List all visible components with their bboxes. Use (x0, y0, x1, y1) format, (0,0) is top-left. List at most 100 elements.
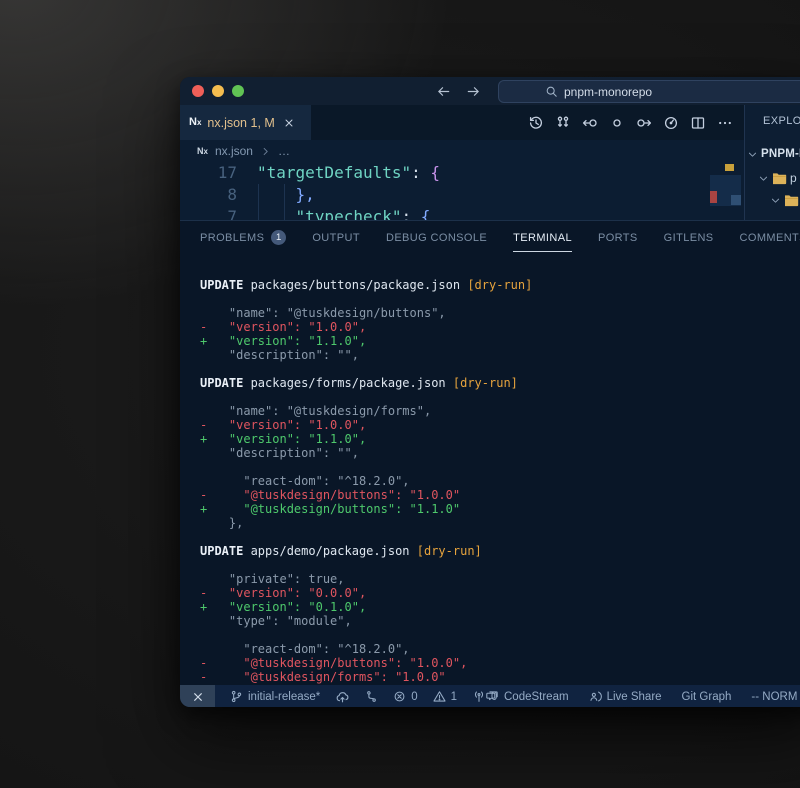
status-item-label: 1 (451, 691, 457, 703)
line-number: 8 (180, 184, 237, 206)
vscode-window: pnpm-monorepo Nx nx.json 1, M Nx nx.json… (180, 77, 800, 707)
explorer-tree-item[interactable]: p (758, 167, 797, 189)
status-item-label: CodeStream (504, 691, 569, 703)
terminal-line: - "@tuskdesign/forms": "1.0.0" (200, 670, 800, 684)
navigate-forward-icon[interactable] (466, 84, 481, 99)
history-icon[interactable] (528, 115, 544, 131)
tab-decorations: 1, M (251, 116, 275, 130)
git-branch-status-item[interactable]: initial-release* (230, 690, 320, 703)
status-item-label: Live Share (607, 691, 662, 703)
terminal-output[interactable]: UPDATE packages/buttons/package.json [dr… (180, 253, 800, 685)
panel-tab-label: GITLENS (664, 223, 714, 252)
terminal-line: - "version": "1.0.0", (200, 418, 800, 432)
panel-tab-label: DEBUG CONSOLE (386, 223, 487, 252)
terminal-line: - "@tuskdesign/buttons": "1.0.0" (200, 488, 800, 502)
chevron-down (787, 217, 798, 221)
broadcast-icon (472, 690, 486, 703)
warning-status-item[interactable]: 1 (433, 690, 457, 703)
terminal-line: UPDATE packages/forms/package.json [dry-… (200, 376, 800, 390)
error-icon (393, 690, 406, 703)
terminal-line: + "@tuskdesign/buttons": "1.1.0" (200, 502, 800, 516)
breadcrumb-file[interactable]: nx.json (215, 144, 253, 158)
breadcrumb-more[interactable]: … (278, 144, 290, 158)
git-graph-status-item[interactable]: Git Graph (682, 691, 732, 703)
line-number: 17 (180, 162, 237, 184)
terminal-line: - "version": "1.0.0", (200, 320, 800, 334)
terminal-line: - "@tuskdesign/buttons": "1.0.0", (200, 656, 800, 670)
minimap-modified-mark (725, 164, 734, 171)
minimize-window-button[interactable] (212, 85, 224, 97)
explorer-tree-item[interactable] (770, 189, 799, 211)
terminal-line: }, (200, 516, 800, 530)
terminal-line: + "version": "1.1.0", (200, 334, 800, 348)
comment-status-item[interactable]: CodeStream (485, 690, 569, 703)
terminal-line: + "version": "0.1.0", (200, 600, 800, 614)
terminal-line: "name": "@tuskdesign/buttons", (200, 306, 800, 320)
source-control-compare-icon[interactable] (555, 115, 571, 131)
-norm-status-item[interactable]: -- NORM (751, 691, 797, 703)
breadcrumb[interactable]: Nx nx.json … (180, 140, 800, 162)
terminal-line (200, 460, 800, 474)
status-item-label: initial-release* (248, 691, 320, 703)
comment-icon (485, 690, 499, 703)
panel-tab-comments[interactable]: COMMENTS (740, 223, 800, 252)
tab-nx-json[interactable]: Nx nx.json 1, M (180, 105, 311, 140)
more-actions-icon[interactable] (717, 115, 733, 131)
change-circle-icon[interactable] (609, 115, 625, 131)
terminal-line: "type": "module", (200, 614, 800, 628)
close-tab-icon[interactable] (283, 117, 295, 129)
folder-icon (772, 172, 787, 185)
explorer-tree-item[interactable] (787, 211, 798, 220)
terminal-line: "name": "@tuskdesign/forms", (200, 404, 800, 418)
editor-line: 17"targetDefaults": { (180, 162, 800, 184)
next-change-icon[interactable] (636, 115, 652, 131)
terminal-line (200, 628, 800, 642)
line-number: 7 (180, 206, 237, 220)
editor-line: 7 "typecheck": { (180, 206, 800, 220)
terminal-line (200, 390, 800, 404)
split-editor-icon[interactable] (690, 115, 706, 131)
status-item-label: -- NORM (751, 691, 797, 703)
panel-tab-problems[interactable]: PROBLEMS 1 (200, 223, 286, 252)
window-controls (192, 85, 244, 97)
live-share-icon (589, 690, 602, 703)
nx-file-icon: Nx (189, 117, 201, 128)
close-window-button[interactable] (192, 85, 204, 97)
search-input[interactable]: pnpm-monorepo (498, 80, 800, 103)
run-gauge-icon[interactable] (663, 115, 679, 131)
remote-indicator-status-item[interactable] (180, 685, 215, 707)
terminal-line: - "version": "0.0.0", (200, 586, 800, 600)
error-status-item[interactable]: 0 (393, 690, 417, 703)
panel-tab-gitlens[interactable]: GITLENS (664, 223, 714, 252)
previous-change-icon[interactable] (582, 115, 598, 131)
code-text: }, (237, 184, 315, 206)
terminal-line (200, 292, 800, 306)
cloud-upload-status-item[interactable] (335, 690, 350, 704)
editor-tab-bar: Nx nx.json 1, M (180, 105, 800, 140)
chevron-right-icon (260, 146, 271, 157)
terminal-line (200, 558, 800, 572)
zoom-window-button[interactable] (232, 85, 244, 97)
panel-tab-terminal[interactable]: TERMINAL (513, 223, 572, 252)
explorer-tree-item[interactable]: PNPM-M (747, 143, 800, 165)
status-bar: initial-release*010 CodeStreamLive Share… (180, 685, 800, 707)
panel-tab-label: PROBLEMS (200, 223, 264, 252)
warning-icon (433, 690, 446, 703)
live-share-status-item[interactable]: Live Share (589, 690, 662, 703)
code-text: "typecheck": { (237, 206, 430, 220)
tab-filename: nx.json (207, 116, 247, 130)
navigate-back-icon[interactable] (436, 84, 451, 99)
panel-tab-label: TERMINAL (513, 223, 572, 252)
gitlens-status-item[interactable] (365, 690, 378, 703)
cloud-upload-icon (335, 690, 350, 704)
problems-count-badge: 1 (271, 230, 286, 245)
panel-tab-debug-console[interactable]: DEBUG CONSOLE (386, 223, 487, 252)
terminal-line (200, 530, 800, 544)
terminal-line: UPDATE apps/demo/package.json [dry-run] (200, 544, 800, 558)
panel-tab-output[interactable]: OUTPUT (312, 223, 360, 252)
code-text: "targetDefaults": { (237, 162, 440, 184)
panel-tab-ports[interactable]: PORTS (598, 223, 638, 252)
title-bar[interactable]: pnpm-monorepo (180, 77, 800, 105)
code-editor[interactable]: 17"targetDefaults": {8 },7 "typecheck": … (180, 162, 800, 220)
indent-guide (258, 184, 259, 220)
